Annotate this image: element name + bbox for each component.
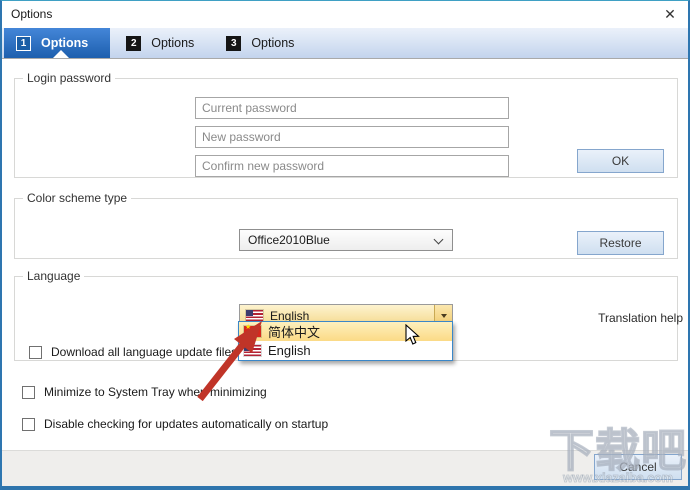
cn-flag-icon: [244, 326, 261, 337]
language-option-chinese[interactable]: 简体中文: [239, 322, 452, 341]
language-option-chinese-label: 简体中文: [268, 322, 320, 341]
language-option-english-label: English: [268, 343, 311, 358]
language-option-english[interactable]: English: [239, 341, 452, 360]
language-dropdown-list: 简体中文 English: [238, 321, 453, 361]
download-language-updates-checkbox[interactable]: [29, 346, 42, 359]
dialog-bottom-border: [2, 486, 688, 490]
color-scheme-selected-value: Office2010Blue: [248, 233, 330, 247]
close-icon[interactable]: ✕: [661, 5, 679, 23]
current-password-field[interactable]: [195, 97, 509, 119]
active-tab-notch-icon: [53, 50, 69, 58]
us-flag-icon: [246, 310, 263, 321]
footer-bar: Cancel: [2, 450, 688, 486]
login-password-group-label: Login password: [23, 71, 115, 85]
us-flag-icon: [244, 345, 261, 356]
download-language-updates-checkbox-row: Download all language update files: [29, 345, 237, 359]
tab-options-1[interactable]: 1 Options: [4, 28, 110, 58]
minimize-to-tray-label: Minimize to System Tray when minimizing: [44, 385, 267, 399]
chevron-down-icon: [434, 235, 444, 245]
disable-update-check-checkbox[interactable]: [22, 418, 35, 431]
login-password-group: Login password OK: [14, 71, 678, 178]
color-scheme-select[interactable]: Office2010Blue: [239, 229, 453, 251]
tab-1-number-badge: 1: [16, 36, 31, 51]
download-language-updates-label: Download all language update files: [51, 345, 237, 359]
tab-3-number-badge: 3: [226, 36, 241, 51]
ok-button[interactable]: OK: [577, 149, 664, 173]
color-scheme-group: Color scheme type Office2010Blue Restore: [14, 191, 678, 259]
confirm-new-password-field[interactable]: [195, 155, 509, 177]
translation-help-link[interactable]: Translation help: [571, 311, 683, 325]
tab-2-label: Options: [151, 36, 194, 50]
tab-2-number-badge: 2: [126, 36, 141, 51]
tab-options-2[interactable]: 2 Options: [110, 28, 210, 58]
disable-update-check-label: Disable checking for updates automatical…: [44, 417, 328, 431]
tab-1-label: Options: [41, 36, 88, 50]
language-group-label: Language: [23, 269, 84, 283]
window-title: Options: [11, 7, 52, 21]
tab-options-3[interactable]: 3 Options: [210, 28, 310, 58]
minimize-to-tray-checkbox[interactable]: [22, 386, 35, 399]
triangle-down-icon: [441, 314, 447, 318]
new-password-field[interactable]: [195, 126, 509, 148]
restore-button[interactable]: Restore: [577, 231, 664, 255]
tab-3-label: Options: [251, 36, 294, 50]
disable-update-check-checkbox-row: Disable checking for updates automatical…: [22, 417, 328, 431]
color-scheme-group-label: Color scheme type: [23, 191, 131, 205]
options-dialog: Options ✕ 1 Options 2 Options 3 Options …: [0, 0, 690, 490]
cancel-button[interactable]: Cancel: [594, 454, 682, 480]
title-bar: Options ✕: [2, 1, 688, 28]
minimize-to-tray-checkbox-row: Minimize to System Tray when minimizing: [22, 385, 267, 399]
tab-bar: 1 Options 2 Options 3 Options: [2, 28, 688, 59]
